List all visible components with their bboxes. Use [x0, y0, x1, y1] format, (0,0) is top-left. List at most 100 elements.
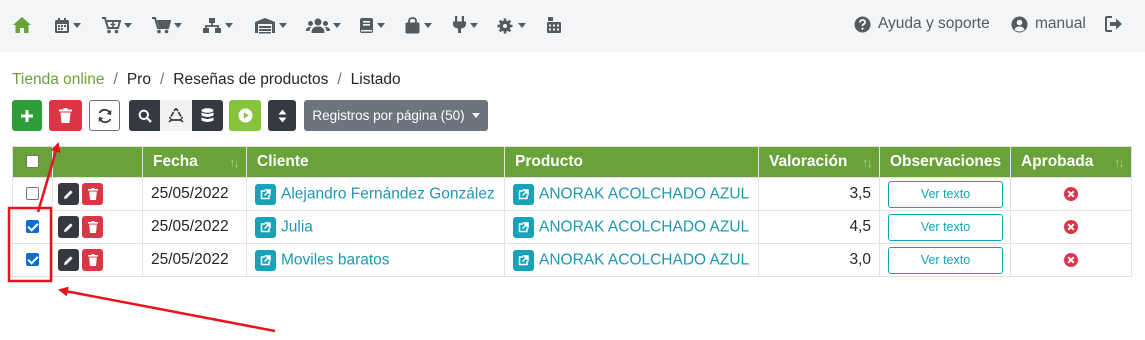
row-checkbox[interactable] — [26, 253, 39, 267]
edit-button[interactable] — [58, 183, 79, 205]
breadcrumb-separator: / — [337, 71, 342, 88]
records-per-page-label: Registros por página (50) — [312, 108, 465, 123]
search-tools-group — [129, 100, 223, 131]
shopping-bag-icon[interactable] — [404, 14, 432, 36]
select-all-header — [12, 146, 53, 178]
delete-selected-button[interactable] — [49, 100, 82, 131]
refresh-icon — [98, 108, 111, 123]
client-link[interactable]: Julia — [281, 218, 313, 235]
client-cell: Julia — [246, 210, 505, 244]
users-icon[interactable] — [306, 14, 341, 36]
sitemap-icon[interactable] — [202, 14, 233, 36]
table-header-row: Fecha ↑↓ Cliente Producto Valoración ↑↓ Ob… — [12, 146, 1132, 178]
table-row: 25/05/2022 Julia ANORAK ACOLCHADO AZUL 4… — [12, 210, 1132, 244]
external-link-icon[interactable] — [513, 183, 534, 205]
edit-button[interactable] — [58, 216, 79, 238]
breadcrumb-item-pro[interactable]: Pro — [127, 71, 151, 89]
home-icon[interactable] — [12, 14, 32, 36]
user-circle-icon — [1011, 16, 1028, 32]
recycle-button[interactable] — [160, 100, 192, 131]
question-circle-icon — [854, 16, 871, 32]
recycle-icon — [168, 107, 184, 123]
external-link-icon[interactable] — [513, 216, 534, 238]
times-circle-icon — [1064, 252, 1078, 267]
row-select-cell — [12, 210, 53, 244]
pencil-icon — [64, 222, 73, 232]
play-circle-icon — [238, 108, 252, 123]
book-icon[interactable] — [359, 14, 385, 36]
row-checkbox[interactable] — [26, 187, 39, 201]
breadcrumb-root-link[interactable]: Tienda online — [12, 71, 105, 89]
product-link[interactable]: ANORAK ACOLCHADO AZUL — [539, 218, 749, 235]
delete-button[interactable] — [82, 183, 103, 205]
add-button[interactable] — [12, 100, 42, 131]
client-cell: Alejandro Fernández González — [246, 177, 505, 211]
row-actions-cell — [52, 243, 143, 277]
rating-cell: 4,5 — [758, 210, 880, 244]
breadcrumb-item-reviews[interactable]: Reseñas de productos — [173, 71, 328, 89]
play-button[interactable] — [229, 100, 261, 131]
approved-cell — [1010, 210, 1132, 244]
external-link-icon[interactable] — [255, 216, 276, 238]
help-link[interactable]: Ayuda y soporte — [854, 15, 990, 33]
row-checkbox[interactable] — [26, 220, 39, 234]
refresh-button[interactable] — [89, 100, 120, 131]
plus-icon — [21, 109, 33, 122]
cart-plus-icon[interactable] — [102, 14, 132, 36]
sort-icon: ↑↓ — [229, 155, 240, 170]
delete-button[interactable] — [82, 216, 103, 238]
client-link[interactable]: Moviles baratos — [281, 251, 390, 268]
product-cell: ANORAK ACOLCHADO AZUL — [504, 210, 759, 244]
observations-cell: Ver texto — [879, 177, 1011, 211]
user-menu[interactable]: manual — [1011, 15, 1086, 33]
column-header-rating[interactable]: Valoración ↑↓ — [758, 146, 880, 178]
rating-cell: 3,5 — [758, 177, 880, 211]
table-row: 25/05/2022 Moviles baratos ANORAK ACOLCH… — [12, 243, 1132, 277]
observations-cell: Ver texto — [879, 210, 1011, 244]
edit-button[interactable] — [58, 249, 79, 271]
row-actions-cell — [52, 210, 143, 244]
records-per-page-dropdown[interactable]: Registros por página (50) — [304, 100, 488, 131]
product-link[interactable]: ANORAK ACOLCHADO AZUL — [539, 251, 749, 268]
cogs-icon[interactable] — [497, 14, 526, 36]
sort-button[interactable] — [268, 100, 296, 131]
trash-icon — [87, 254, 98, 266]
warehouse-icon[interactable] — [254, 14, 287, 36]
external-link-icon[interactable] — [255, 249, 276, 271]
cart-icon[interactable] — [152, 14, 182, 36]
column-header-approved[interactable]: Aprobada ↑↓ — [1010, 146, 1132, 178]
observations-cell: Ver texto — [879, 243, 1011, 277]
client-link[interactable]: Alejandro Fernández González — [281, 185, 495, 202]
external-link-icon[interactable] — [255, 183, 276, 205]
row-select-cell — [12, 243, 53, 277]
sort-icon — [278, 109, 286, 122]
column-header-client[interactable]: Cliente — [246, 146, 505, 178]
delete-button[interactable] — [82, 249, 103, 271]
view-text-button[interactable]: Ver texto — [888, 246, 1003, 274]
times-circle-icon — [1064, 219, 1078, 234]
search-button[interactable] — [129, 100, 160, 131]
calculator-icon[interactable] — [546, 14, 562, 36]
pencil-icon — [64, 189, 73, 199]
column-header-date[interactable]: Fecha ↑↓ — [142, 146, 247, 178]
sign-out-icon[interactable] — [1105, 16, 1130, 32]
product-link[interactable]: ANORAK ACOLCHADO AZUL — [539, 185, 749, 202]
calendar-icon[interactable] — [54, 14, 81, 36]
pencil-icon — [64, 255, 73, 265]
top-navbar: Ayuda y soporte manual — [0, 0, 1145, 52]
external-link-icon[interactable] — [513, 249, 534, 271]
database-icon — [201, 108, 214, 122]
approved-cell — [1010, 177, 1132, 211]
table-row: 25/05/2022 Alejandro Fernández González … — [12, 177, 1132, 211]
select-all-checkbox[interactable] — [26, 155, 39, 169]
sort-icon: ↑↓ — [862, 155, 873, 170]
breadcrumb-separator: / — [159, 71, 165, 88]
plug-icon[interactable] — [452, 14, 478, 36]
view-text-button[interactable]: Ver texto — [888, 180, 1003, 208]
product-cell: ANORAK ACOLCHADO AZUL — [504, 243, 759, 277]
product-cell: ANORAK ACOLCHADO AZUL — [504, 177, 759, 211]
column-header-product[interactable]: Producto — [504, 146, 759, 178]
database-button[interactable] — [192, 100, 223, 131]
help-label: Ayuda y soporte — [878, 15, 990, 32]
view-text-button[interactable]: Ver texto — [888, 213, 1003, 241]
